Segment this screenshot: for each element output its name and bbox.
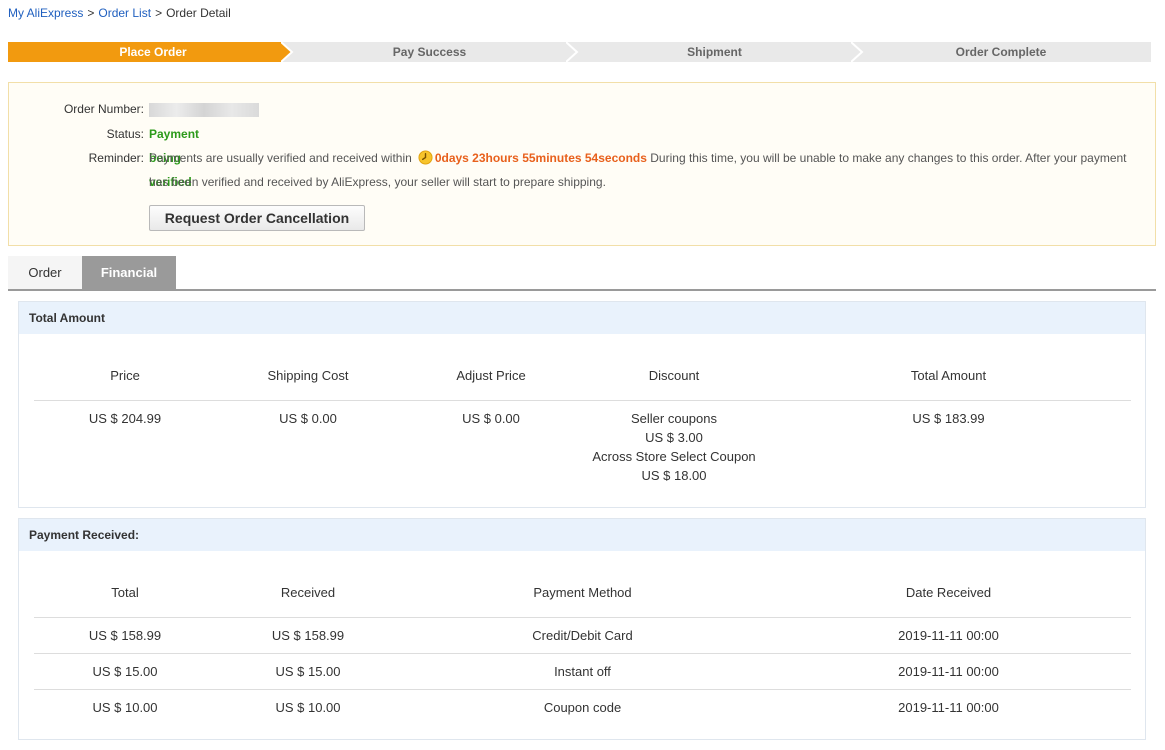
- header-adjust-price: Adjust Price: [456, 368, 526, 383]
- reminder-text-line2: has been verified and received by AliExp…: [149, 175, 606, 189]
- payment-row-3-total: US $ 10.00: [92, 700, 158, 715]
- breadcrumb-my-aliexpress[interactable]: My AliExpress: [8, 6, 83, 20]
- payment-row-2-received: US $ 15.00: [275, 664, 341, 679]
- header-discount: Discount: [648, 368, 700, 383]
- value-price: US $ 204.99: [88, 411, 162, 426]
- discount-seller-coupons-label: Seller coupons: [631, 411, 717, 426]
- step-shipment: Shipment: [566, 42, 863, 62]
- breadcrumb-order-list[interactable]: Order List: [98, 6, 151, 20]
- header-total-amount: Total Amount: [910, 368, 987, 383]
- tab-financial[interactable]: Financial: [82, 256, 176, 289]
- payment-received-table: Total Received Payment Method Date Recei…: [34, 551, 1131, 736]
- value-discount: Seller coupons US $ 3.00 Across Store Se…: [583, 409, 765, 485]
- discount-across-store-label: Across Store Select Coupon: [592, 449, 756, 464]
- breadcrumb: My AliExpress > Order List > Order Detail: [8, 6, 231, 20]
- request-order-cancellation-button[interactable]: Request Order Cancellation: [149, 205, 365, 231]
- breadcrumb-separator: >: [87, 6, 95, 20]
- payment-row-2-total: US $ 15.00: [92, 664, 158, 679]
- step-pay-success: Pay Success: [281, 42, 578, 62]
- payment-row-3-received: US $ 10.00: [275, 700, 341, 715]
- payment-row-1-total: US $ 158.99: [88, 628, 162, 643]
- step-place-order: Place Order: [8, 42, 298, 62]
- total-amount-table: Price Shipping Cost Adjust Price Discoun…: [34, 334, 1131, 504]
- header-price: Price: [110, 368, 140, 383]
- payment-row-2-date: 2019-11-11 00:00: [898, 664, 999, 679]
- step-order-complete: Order Complete: [851, 42, 1151, 62]
- header-shipping-cost: Shipping Cost: [267, 368, 349, 383]
- breadcrumb-order-detail: Order Detail: [166, 6, 231, 20]
- divider: [34, 617, 1131, 618]
- status-label: Status:: [106, 127, 144, 141]
- payment-received-panel: Payment Received: Total Received Payment…: [18, 518, 1146, 740]
- payment-row-1-method: Credit/Debit Card: [532, 628, 633, 643]
- reminder-label: Reminder:: [88, 151, 144, 165]
- total-amount-title: Total Amount: [19, 302, 1145, 334]
- header-total: Total: [111, 585, 139, 600]
- order-progress-steps: Place Order Pay Success Shipment Order C…: [8, 42, 1151, 62]
- total-amount-panel: Total Amount Price Shipping Cost Adjust …: [18, 301, 1146, 508]
- discount-seller-coupons-value: US $ 3.00: [645, 430, 703, 445]
- payment-row-3-method: Coupon code: [543, 700, 622, 715]
- step-label: Shipment: [687, 45, 742, 59]
- payment-row-2-method: Instant off: [554, 664, 611, 679]
- countdown-timer: 0days 23hours 55minutes 54seconds: [434, 151, 647, 165]
- breadcrumb-separator: >: [155, 6, 163, 20]
- header-date-received: Date Received: [905, 585, 992, 600]
- payment-received-title: Payment Received:: [19, 519, 1145, 551]
- step-label: Place Order: [119, 45, 187, 59]
- step-label: Order Complete: [955, 45, 1047, 59]
- value-shipping-cost: US $ 0.00: [279, 411, 337, 426]
- reminder-text: Payments are usually verified and receiv…: [149, 146, 1139, 194]
- divider: [34, 653, 1131, 654]
- tab-order[interactable]: Order: [8, 256, 82, 289]
- order-number-redacted: [149, 97, 259, 121]
- payment-row-3-date: 2019-11-11 00:00: [898, 700, 999, 715]
- discount-across-store-value: US $ 18.00: [641, 468, 707, 483]
- clock-icon: [418, 150, 433, 165]
- reminder-text-after: During this time, you will be unable to …: [650, 151, 1127, 165]
- detail-tabs: Order Financial: [8, 256, 1156, 291]
- reminder-text-before: Payments are usually verified and receiv…: [149, 151, 412, 165]
- value-adjust-price: US $ 0.00: [462, 411, 520, 426]
- payment-row-1-date: 2019-11-11 00:00: [898, 628, 999, 643]
- payment-row-1-received: US $ 158.99: [271, 628, 345, 643]
- header-received: Received: [280, 585, 336, 600]
- order-info-box: Order Number: Status: Payment being veri…: [8, 82, 1156, 246]
- step-label: Pay Success: [392, 45, 467, 59]
- order-number-label: Order Number:: [63, 102, 144, 116]
- header-payment-method: Payment Method: [533, 585, 632, 600]
- divider: [34, 689, 1131, 690]
- value-total-amount: US $ 183.99: [912, 411, 985, 426]
- divider: [34, 400, 1131, 401]
